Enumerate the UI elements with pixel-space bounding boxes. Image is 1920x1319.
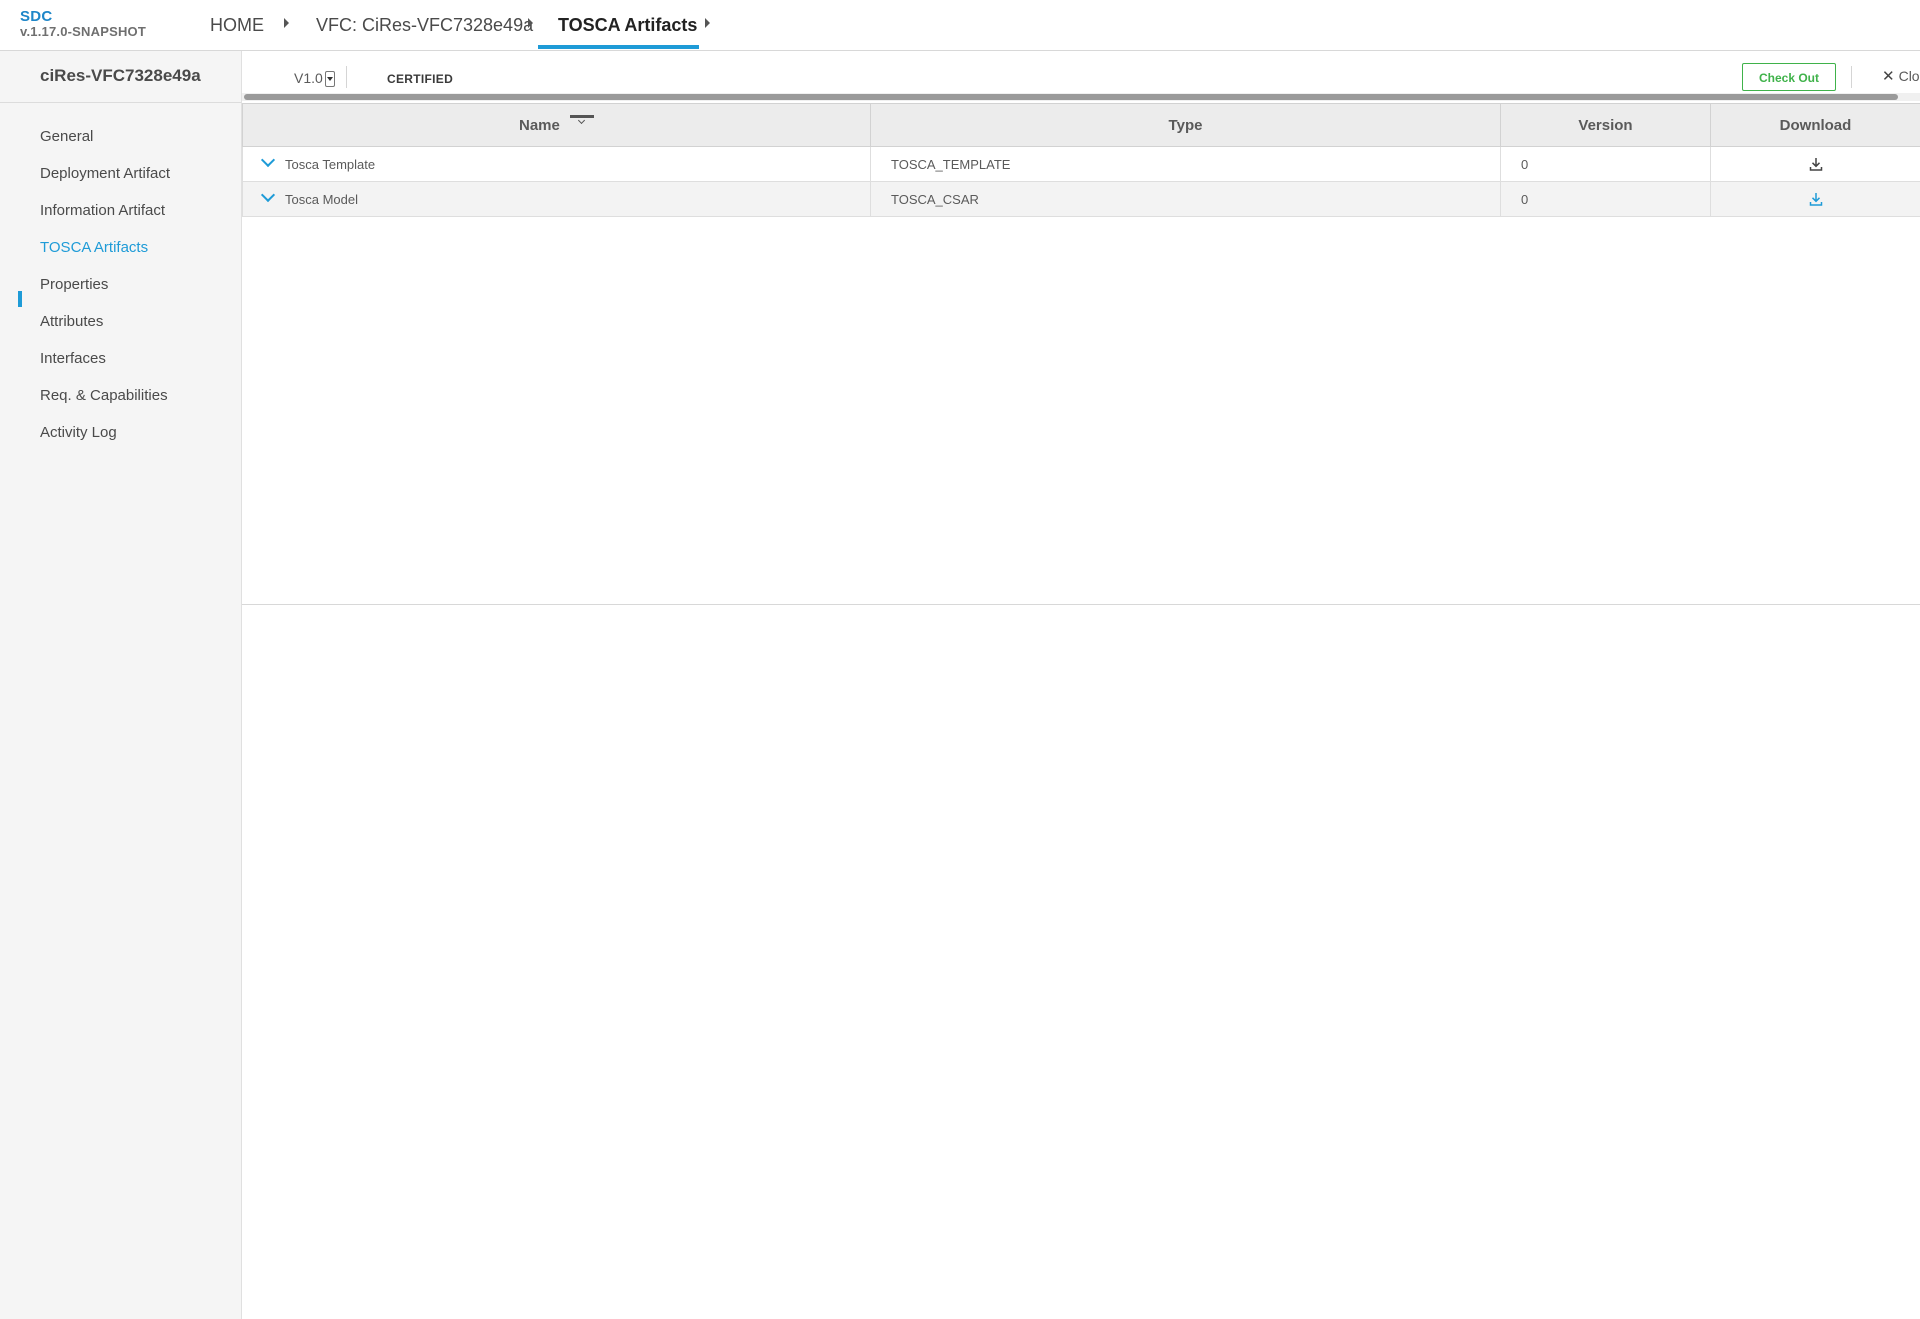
app-version: v.1.17.0-SNAPSHOT <box>20 24 146 39</box>
active-breadcrumb-indicator <box>538 45 699 49</box>
table-row: Tosca Template TOSCA_TEMPLATE 0 <box>242 146 1920 182</box>
check-out-button[interactable]: Check Out <box>1742 63 1836 91</box>
breadcrumb-separator-icon <box>284 18 289 28</box>
column-header-name-label[interactable]: Name <box>519 117 560 134</box>
download-icon[interactable] <box>1808 156 1824 172</box>
breadcrumb-dropdown-icon[interactable] <box>528 18 533 28</box>
type-cell: TOSCA_CSAR <box>870 181 1501 217</box>
sort-descending-icon[interactable] <box>570 115 595 129</box>
version-dropdown-icon[interactable] <box>325 71 335 87</box>
sidebar-divider <box>0 102 241 103</box>
download-cell <box>1710 181 1920 217</box>
close-icon[interactable]: ✕ <box>1882 68 1895 85</box>
type-cell: TOSCA_TEMPLATE <box>870 146 1501 182</box>
top-navigation-bar: SDC v.1.17.0-SNAPSHOT HOME VFC: CiRes-VF… <box>0 0 1920 51</box>
version-cell: 0 <box>1500 146 1711 182</box>
breadcrumb-tosca-artifacts[interactable]: TOSCA Artifacts <box>558 0 697 50</box>
workspace-header: V1.0 CERTIFIED Check Out ✕ Clo <box>242 51 1920 93</box>
horizontal-scrollbar[interactable] <box>242 93 1920 101</box>
artifacts-table: Name Type Version Download Tosca Templat… <box>242 103 1920 217</box>
download-cell <box>1710 146 1920 182</box>
left-sidebar: ciRes-VFC7328e49a General Deployment Art… <box>0 51 242 1319</box>
table-header-row: Name Type Version Download <box>242 103 1920 147</box>
version-selector[interactable]: V1.0 <box>294 70 323 86</box>
header-divider <box>346 66 347 88</box>
lifecycle-status: CERTIFIED <box>387 72 454 86</box>
expand-row-icon[interactable] <box>260 187 276 202</box>
scrollbar-thumb[interactable] <box>244 94 1898 100</box>
version-cell: 0 <box>1500 181 1711 217</box>
artifact-name: Tosca Template <box>285 156 376 172</box>
close-label[interactable]: Clo <box>1899 68 1920 84</box>
column-header-version[interactable]: Version <box>1500 103 1711 147</box>
breadcrumb-dropdown-icon[interactable] <box>705 18 710 28</box>
sidebar-item-req-capabilities[interactable]: Req. & Capabilities <box>40 387 168 404</box>
name-cell: Tosca Model <box>242 181 871 217</box>
header-divider <box>1851 66 1852 88</box>
active-nav-marker <box>18 291 22 307</box>
breadcrumb-vfc[interactable]: VFC: CiRes-VFC7328e49a <box>316 0 533 50</box>
brand-logo[interactable]: SDC <box>20 9 146 24</box>
column-header-download: Download <box>1710 103 1920 147</box>
download-icon[interactable] <box>1808 191 1824 207</box>
sidebar-item-properties[interactable]: Properties <box>40 276 108 293</box>
breadcrumb-home[interactable]: HOME <box>210 0 264 50</box>
sidebar-item-information-artifact[interactable]: Information Artifact <box>40 202 165 219</box>
sidebar-item-deployment-artifact[interactable]: Deployment Artifact <box>40 165 170 182</box>
brand[interactable]: SDC v.1.17.0-SNAPSHOT <box>20 9 146 39</box>
sidebar-item-attributes[interactable]: Attributes <box>40 313 103 330</box>
sidebar-item-interfaces[interactable]: Interfaces <box>40 350 106 367</box>
expand-row-icon[interactable] <box>260 152 276 167</box>
component-title: ciRes-VFC7328e49a <box>40 66 201 85</box>
column-header-name[interactable]: Name <box>242 103 871 147</box>
artifacts-table-container: Name Type Version Download Tosca Templat… <box>242 103 1920 605</box>
name-cell: Tosca Template <box>242 146 871 182</box>
sidebar-item-tosca-artifacts[interactable]: TOSCA Artifacts <box>40 239 148 256</box>
artifact-name: Tosca Model <box>285 191 358 207</box>
column-header-type[interactable]: Type <box>870 103 1501 147</box>
table-row: Tosca Model TOSCA_CSAR 0 <box>242 181 1920 217</box>
sidebar-item-activity-log[interactable]: Activity Log <box>40 424 117 441</box>
close-button[interactable]: ✕ Clo <box>1882 67 1920 85</box>
sidebar-item-general[interactable]: General <box>40 128 93 145</box>
